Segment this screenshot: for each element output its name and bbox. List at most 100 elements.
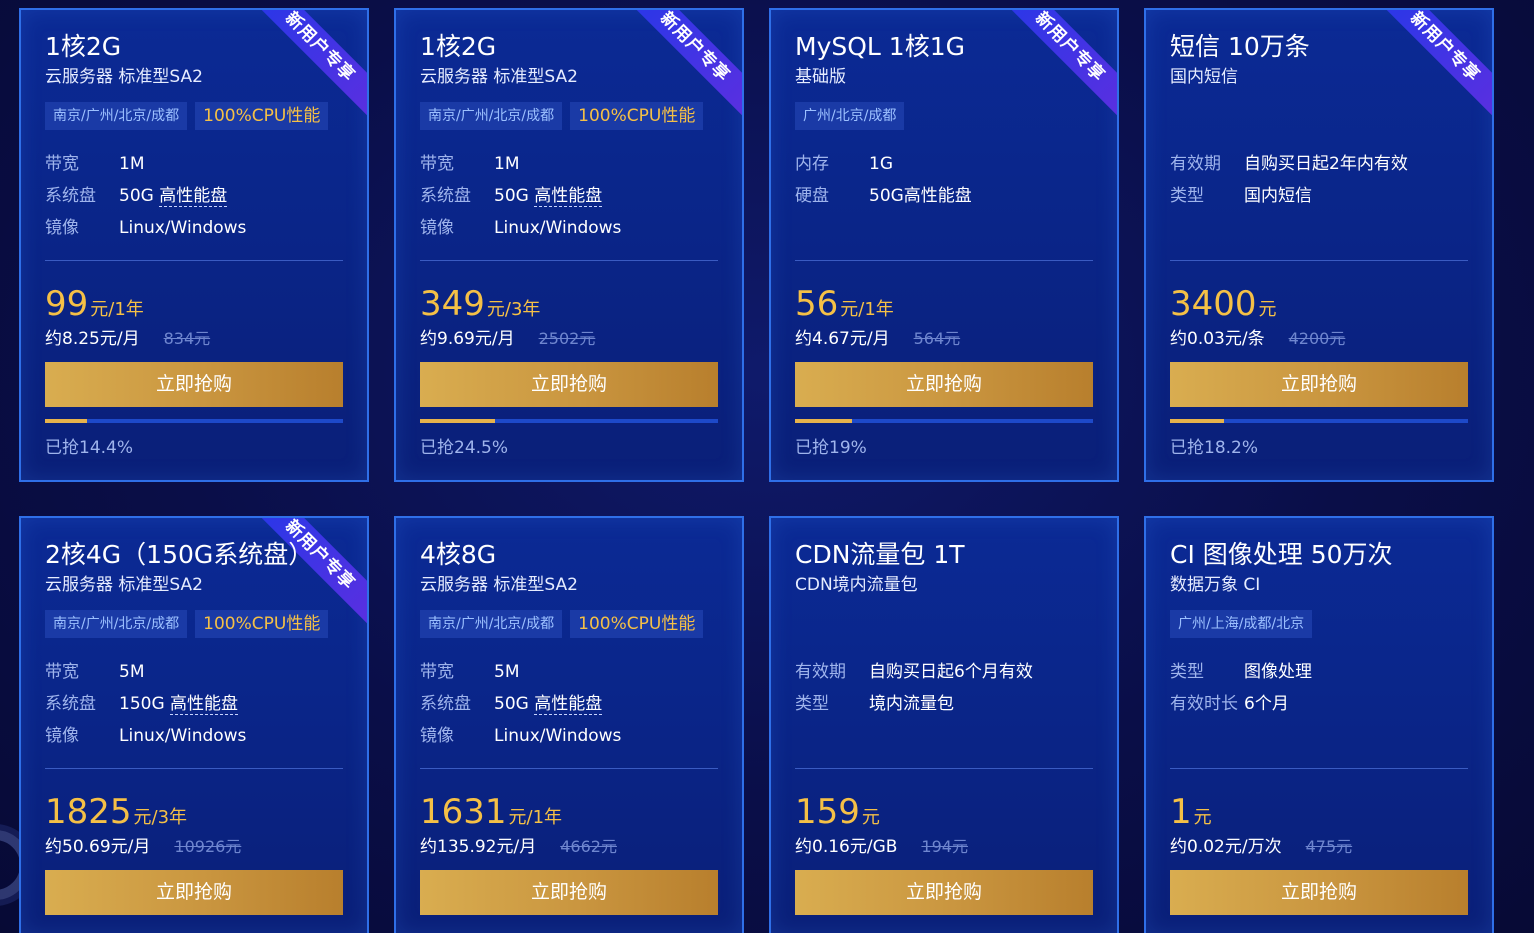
product-card: 新用户专享 1核2G 云服务器 标准型SA2 南京/广州/北京/成都 100%CPU性能… (19, 8, 369, 482)
spec-row: 类型 国内短信 (1170, 180, 1468, 212)
spec-row: 有效时长 6个月 (1170, 688, 1468, 720)
spec-key: 类型 (1170, 662, 1204, 682)
buy-now-button[interactable]: 立即抢购 (1170, 362, 1468, 407)
sold-progress-bar (795, 419, 1093, 423)
spec-key: 镜像 (45, 218, 79, 238)
price-amount: 56 (795, 284, 839, 324)
price: 1631 元/1年 (420, 792, 718, 832)
buy-now-button[interactable]: 立即抢购 (420, 870, 718, 915)
price: 1元 (1170, 792, 1468, 832)
original-price: 834元 (163, 329, 211, 348)
spec-value: Linux/Windows (119, 218, 247, 238)
product-card: 新用户专享 1核2G 云服务器 标准型SA2 南京/广州/北京/成都 100%CPU性能… (394, 8, 744, 482)
spec-value: 6个月 (1244, 694, 1289, 714)
cpu-tag: 100%CPU性能 (570, 610, 704, 638)
sold-progress-fill (45, 419, 87, 423)
price: 1825 元/3年 (45, 792, 343, 832)
spec-value: 5M (494, 662, 520, 682)
spec-row: 类型 图像处理 (1170, 656, 1468, 688)
spec-value: 50G高性能盘 (869, 186, 972, 206)
spec-key: 硬盘 (795, 186, 829, 206)
unit-price-row: 约0.02元/万次 475元 (1170, 834, 1468, 860)
spec-list: 有效期 自购买日起2年内有效 类型 国内短信 (1170, 148, 1468, 212)
price-amount: 3400 (1170, 284, 1257, 324)
product-card: 新用户专享 2核4G（150G系统盘） 云服务器 标准型SA2 南京/广州/北京/成都… (19, 516, 369, 933)
product-title: 2核4G（150G系统盘） (45, 540, 314, 569)
price-block: 3400 元约0.03元/条 4200元 (1170, 284, 1468, 352)
product-card: 4核8G 云服务器 标准型SA2 南京/广州/北京/成都 100%CPU性能 带宽 5M 系… (394, 516, 744, 933)
price-amount: 99 (45, 284, 89, 324)
price-unit: 元 (861, 807, 880, 828)
spec-key: 镜像 (420, 726, 454, 746)
spec-value: 50G 高性能盘 (119, 186, 228, 207)
region-tag: 南京/广州/北京/成都 (420, 610, 563, 638)
price-amount: 159 (795, 792, 860, 832)
disk-type-tooltip[interactable]: 高性能盘 (534, 694, 603, 715)
spec-row: 带宽 5M (420, 656, 718, 688)
spec-row: 系统盘 50G 高性能盘 (420, 180, 718, 212)
tag-list: 南京/广州/北京/成都 100%CPU性能 (420, 610, 718, 638)
product-title: CI 图像处理 50万次 (1170, 540, 1393, 569)
spec-value: 境内流量包 (869, 694, 954, 714)
tag-list: 南京/广州/北京/成都 100%CPU性能 (45, 610, 343, 638)
product-grid: 新用户专享 1核2G 云服务器 标准型SA2 南京/广州/北京/成都 100%CPU性能… (19, 8, 1495, 933)
sold-percentage: 已抢19% (795, 438, 867, 458)
product-title: 1核2G (45, 32, 122, 61)
product-title: 短信 10万条 (1170, 32, 1310, 61)
disk-type-tooltip[interactable]: 高性能盘 (170, 694, 239, 715)
price: 3400 元 (1170, 284, 1468, 324)
product-card: CI 图像处理 50万次 数据万象 CI 广州/上海/成都/北京 类型 图像处理 有效时长… (1144, 516, 1494, 933)
buy-now-button[interactable]: 立即抢购 (420, 362, 718, 407)
unit-price-row: 约135.92元/月 4662元 (420, 834, 718, 860)
spec-value: 1G (869, 154, 893, 174)
disk-type-tooltip[interactable]: 高性能盘 (159, 186, 228, 207)
spec-row: 带宽 1M (45, 148, 343, 180)
tag-list: 南京/广州/北京/成都 100%CPU性能 (45, 102, 343, 130)
spec-row: 系统盘 50G 高性能盘 (420, 688, 718, 720)
spec-value: 图像处理 (1244, 662, 1312, 682)
price-unit: 元/1年 (840, 299, 894, 320)
spec-key: 带宽 (420, 662, 454, 682)
unit-price: 约50.69元/月 (45, 837, 151, 857)
product-subtitle: 云服务器 标准型SA2 (45, 575, 203, 595)
original-price: 4662元 (560, 837, 617, 856)
buy-now-button[interactable]: 立即抢购 (45, 870, 343, 915)
spec-key: 类型 (1170, 186, 1204, 206)
tag-list: 广州/北京/成都 (795, 102, 1093, 130)
buy-now-button[interactable]: 立即抢购 (45, 362, 343, 407)
price-unit: 元 (1193, 807, 1212, 828)
spec-value: 1M (494, 154, 520, 174)
price-block: 1631 元/1年 约135.92元/月 4662元 (420, 792, 718, 860)
product-title: MySQL 1核1G (795, 32, 965, 61)
sold-progress-bar (1170, 419, 1468, 423)
buy-now-button[interactable]: 立即抢购 (1170, 870, 1468, 915)
buy-now-button[interactable]: 立即抢购 (795, 870, 1093, 915)
product-subtitle: 数据万象 CI (1170, 575, 1261, 595)
spec-row: 镜像 Linux/Windows (45, 720, 343, 752)
price-unit: 元/1年 (90, 299, 144, 320)
sold-progress-bar (420, 419, 718, 423)
spec-value: Linux/Windows (119, 726, 247, 746)
divider (1170, 260, 1468, 261)
tag-list: 南京/广州/北京/成都 100%CPU性能 (420, 102, 718, 130)
disk-type-tooltip[interactable]: 高性能盘 (534, 186, 603, 207)
price-unit: 元/1年 (508, 807, 563, 828)
price-block: 56 元/1年 约4.67元/月 564元 (795, 284, 1093, 352)
price-block: 349 元/3年 约9.69元/月 2502元 (420, 284, 718, 352)
product-card: 新用户专享 短信 10万条 国内短信 有效期 自购买日起2年内有效 类型 国内短信 3400 元… (1144, 8, 1494, 482)
unit-price: 约0.03元/条 (1170, 329, 1265, 349)
spec-key: 有效时长 (1170, 694, 1238, 714)
buy-now-button[interactable]: 立即抢购 (795, 362, 1093, 407)
price-block: 1 元约0.02元/万次 475元 (1170, 792, 1468, 860)
spec-key: 带宽 (45, 662, 79, 682)
unit-price: 约0.16元/GB (795, 837, 898, 857)
price: 349 元/3年 (420, 284, 718, 324)
price-amount: 1825 (45, 792, 132, 832)
original-price: 4200元 (1288, 329, 1346, 348)
spec-list: 带宽 5M 系统盘 150G 高性能盘 镜像 Linux/Windows (45, 656, 343, 752)
spec-value: 自购买日起6个月有效 (869, 662, 1033, 682)
spec-list: 类型 图像处理 有效时长 6个月 (1170, 656, 1468, 720)
product-subtitle: 云服务器 标准型SA2 (420, 67, 578, 87)
cpu-tag: 100%CPU性能 (195, 102, 329, 130)
spec-key: 镜像 (420, 218, 454, 238)
